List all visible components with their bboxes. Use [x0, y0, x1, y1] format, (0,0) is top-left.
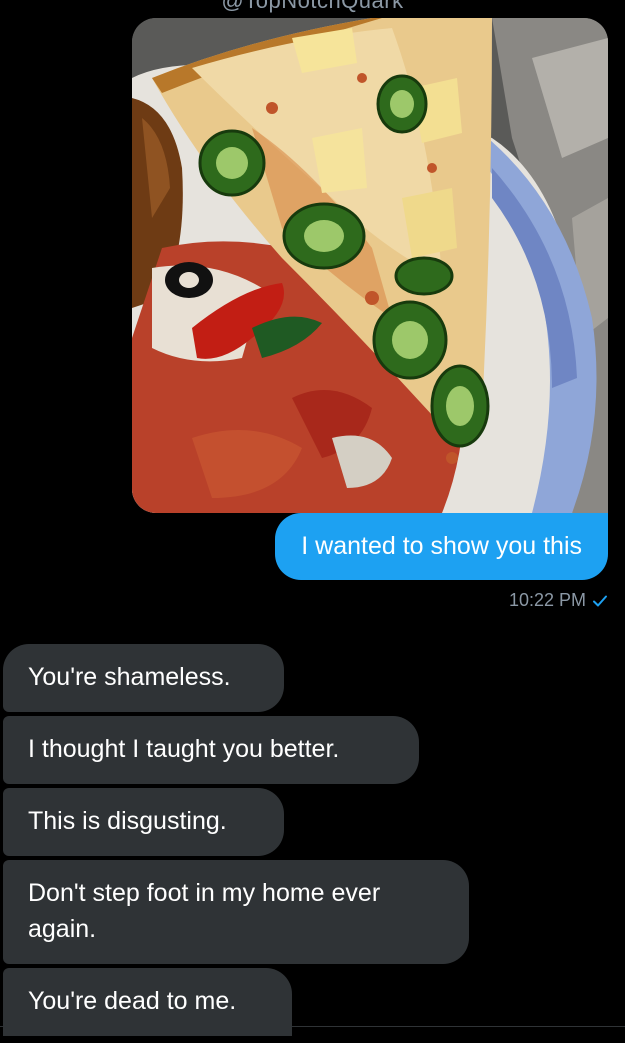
received-message-bubble[interactable]: I thought I taught you better.: [3, 716, 419, 784]
pizza-photo-image: [132, 18, 608, 513]
sent-message-bubble[interactable]: I wanted to show you this: [275, 513, 608, 580]
check-icon: [592, 593, 608, 609]
received-message-bubble[interactable]: This is disgusting.: [3, 788, 284, 856]
sent-photo[interactable]: [132, 18, 608, 513]
received-message-bubble[interactable]: Don't step foot in my home ever again.: [3, 860, 469, 964]
received-message-bubble[interactable]: You're shameless.: [3, 644, 284, 712]
composer-divider: [0, 1026, 625, 1027]
sent-message-meta: 10:22 PM: [509, 590, 608, 611]
conversation-handle: @TopNotchQuark: [221, 0, 404, 13]
sent-timestamp: 10:22 PM: [508, 590, 586, 610]
